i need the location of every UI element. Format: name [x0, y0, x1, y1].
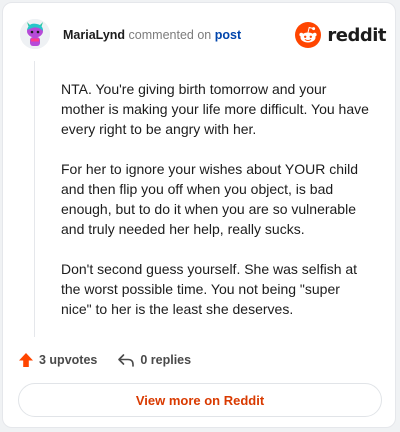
comment-actions: 3 upvotes 0 replies [18, 349, 191, 371]
username-link[interactable]: MariaLynd [63, 28, 125, 42]
snoo-avatar-icon [20, 19, 50, 49]
commented-on-text: commented on [128, 28, 212, 42]
reddit-logo[interactable]: reddit [295, 21, 386, 49]
comment-meta: MariaLynd commented on post [63, 28, 241, 42]
thread-line[interactable] [34, 61, 35, 337]
comment-paragraph: NTA. You're giving birth tomorrow and yo… [61, 81, 369, 137]
reply-count: 0 replies [140, 353, 192, 367]
reddit-wordmark: reddit [327, 24, 386, 46]
upvote-arrow-icon [19, 353, 33, 367]
upvote-count: 3 upvotes [39, 353, 98, 367]
user-avatar[interactable] [20, 19, 50, 49]
comment-paragraph: For her to ignore your wishes about YOUR… [61, 161, 358, 237]
comment-body: NTA. You're giving birth tomorrow and yo… [61, 79, 371, 339]
upvote-button[interactable]: 3 upvotes [18, 352, 97, 368]
comment-paragraph: Don't second guess yourself. She was sel… [61, 261, 358, 317]
post-link[interactable]: post [215, 28, 241, 42]
view-more-button[interactable]: View more on Reddit [18, 383, 382, 417]
reddit-logo-icon [295, 22, 322, 48]
reply-button[interactable]: 0 replies [117, 352, 191, 368]
comment-header: MariaLynd commented on post reddit [20, 17, 386, 53]
reply-arrow-icon [118, 354, 135, 367]
embedded-comment-card: MariaLynd commented on post reddit NTA. … [2, 2, 396, 428]
